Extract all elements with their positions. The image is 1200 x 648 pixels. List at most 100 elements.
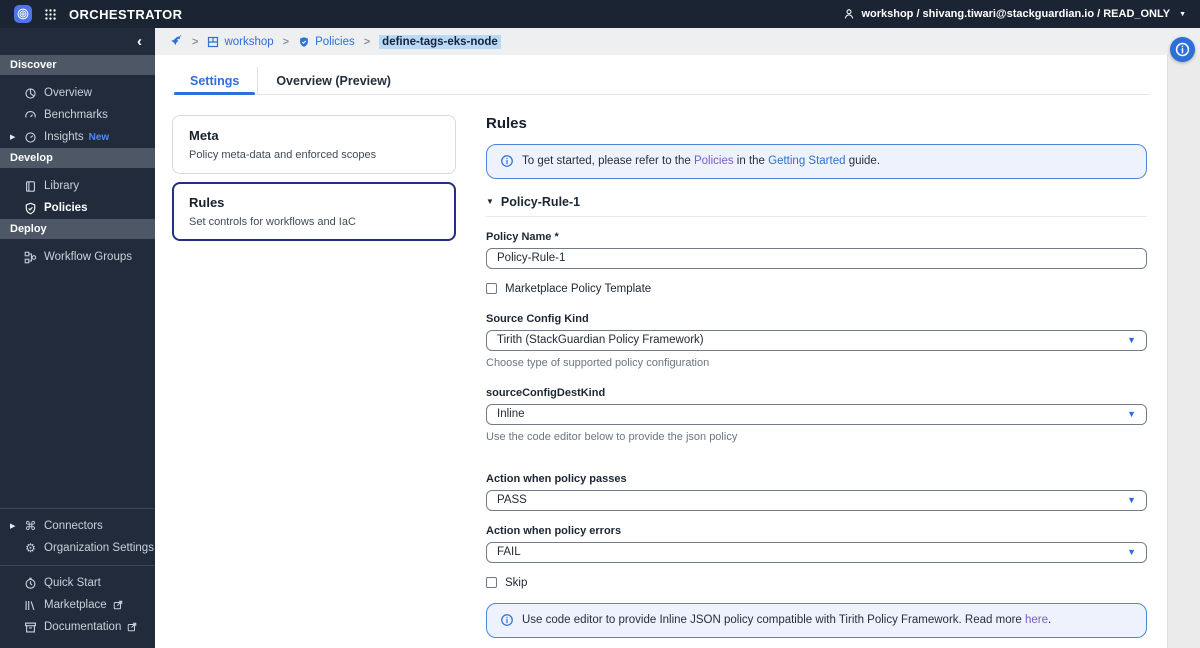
getting-started-link[interactable]: Getting Started — [768, 155, 845, 167]
source-config-dest-kind-select[interactable]: Inline ▼ — [486, 403, 1147, 425]
sidebar-item-label: Connectors — [44, 520, 103, 532]
top-bar: ORCHESTRATOR workshop / shivang.tiwari@s… — [0, 0, 1200, 28]
sidebar-item-workflow-groups[interactable]: Workflow Groups — [0, 246, 155, 268]
rule-collapse-header[interactable]: ▼ Policy-Rule-1 — [486, 195, 1147, 209]
app-logo-icon[interactable] — [14, 5, 32, 23]
workflow-icon — [24, 251, 37, 264]
nav-card-title: Meta — [189, 128, 219, 143]
nav-card-meta[interactable]: Meta Policy meta-data and enforced scope… — [172, 115, 456, 174]
sidebar-item-overview[interactable]: Overview — [0, 82, 155, 104]
source-config-kind-label: Source Config Kind — [486, 312, 589, 325]
expand-right-icon[interactable]: ▶ — [10, 133, 24, 141]
speedometer-icon — [24, 131, 37, 144]
sidebar-section-develop: Develop — [0, 148, 155, 168]
building-blocks-icon — [207, 36, 219, 48]
sidebar-item-label: Benchmarks — [44, 109, 108, 121]
shield-icon — [298, 36, 310, 48]
action-error-select[interactable]: FAIL ▼ — [486, 541, 1147, 563]
marketplace-template-checkbox[interactable]: Marketplace Policy Template — [486, 283, 1147, 295]
getting-started-banner: To get started, please refer to the Poli… — [486, 144, 1147, 179]
command-icon: ⌘ — [24, 519, 37, 533]
sidebar-item-documentation[interactable]: Documentation — [0, 616, 155, 638]
tab-overview-preview[interactable]: Overview (Preview) — [257, 67, 409, 94]
breadcrumb-current-policy-name[interactable]: define-tags-eks-node — [379, 34, 501, 49]
skip-checkbox[interactable]: Skip — [486, 577, 1147, 589]
pie-chart-icon — [24, 87, 37, 100]
read-more-here-link[interactable]: here — [1025, 614, 1048, 626]
checkbox-icon[interactable] — [486, 577, 497, 589]
sidebar-item-marketplace[interactable]: Marketplace — [0, 594, 155, 616]
account-menu[interactable]: workshop / shivang.tiwari@stackguardian.… — [843, 8, 1186, 20]
source-config-kind-select[interactable]: Tirith (StackGuardian Policy Framework) … — [486, 329, 1147, 351]
user-icon — [843, 8, 855, 20]
action-pass-label: Action when policy passes — [486, 472, 627, 485]
expand-right-icon[interactable]: ▶ — [10, 522, 24, 530]
action-pass-select[interactable]: PASS ▼ — [486, 489, 1147, 511]
sidebar: ‹ Discover Overview Benchmarks ▶ Insight… — [0, 28, 155, 648]
nav-card-title: Rules — [189, 195, 225, 210]
archive-icon — [24, 621, 37, 634]
action-error-label: Action when policy errors — [486, 524, 622, 537]
sidebar-item-organization-settings[interactable]: ⚙ Organization Settings — [0, 537, 155, 559]
nav-card-subtitle: Set controls for workflows and IaC — [189, 216, 356, 228]
policies-link[interactable]: Policies — [694, 155, 734, 167]
page-title: Rules — [486, 115, 527, 132]
rule-title: Policy-Rule-1 — [500, 194, 581, 209]
new-badge: New — [88, 131, 110, 143]
books-icon — [24, 599, 37, 612]
scroll-gutter[interactable] — [1167, 55, 1200, 648]
settings-nav-column: Meta Policy meta-data and enforced scope… — [172, 115, 456, 249]
nav-card-rules[interactable]: Rules Set controls for workflows and IaC — [172, 182, 456, 241]
chevron-down-icon: ▼ — [1127, 409, 1136, 420]
gauge-icon — [24, 109, 37, 122]
breadcrumb-policies[interactable]: Policies — [298, 36, 355, 48]
source-config-dest-kind-helper: Use the code editor below to provide the… — [486, 430, 738, 443]
sidebar-item-label: Library — [44, 180, 80, 192]
policy-name-input[interactable] — [486, 247, 1147, 269]
rules-form: Rules To get started, please refer to th… — [486, 115, 1147, 648]
sidebar-item-label: Policies — [44, 202, 88, 214]
sidebar-footer-group-1: ▶ ⌘ Connectors ⚙ Organization Settings — [0, 508, 155, 565]
sidebar-item-policies[interactable]: Policies — [0, 197, 155, 219]
sidebar-section-deploy: Deploy — [0, 219, 155, 239]
breadcrumb: > workshop > Policies > define-tags-eks-… — [155, 28, 1200, 55]
source-config-kind-helper: Choose type of supported policy configur… — [486, 356, 710, 369]
book-icon — [24, 180, 37, 193]
sidebar-item-connectors[interactable]: ▶ ⌘ Connectors — [0, 515, 155, 537]
sidebar-item-label: Documentation — [44, 621, 122, 633]
sidebar-footer-group-2: Quick Start Marketplace Documentation — [0, 565, 155, 648]
divider — [486, 215, 1147, 217]
sidebar-item-label: Organization Settings — [44, 542, 154, 554]
app-grid-icon[interactable] — [44, 8, 57, 21]
sidebar-item-label: Quick Start — [44, 577, 101, 589]
info-icon — [500, 154, 514, 168]
sidebar-item-quick-start[interactable]: Quick Start — [0, 572, 155, 594]
chevron-down-icon: ▼ — [1127, 495, 1136, 506]
sidebar-section-discover: Discover — [0, 55, 155, 75]
code-editor-banner: Use code editor to provide Inline JSON p… — [486, 602, 1147, 638]
sidebar-item-label: Overview — [44, 87, 92, 99]
sidebar-collapse-button[interactable]: ‹ — [137, 34, 142, 49]
breadcrumb-separator: > — [363, 35, 371, 48]
sidebar-item-insights[interactable]: ▶ Insights New — [0, 126, 155, 148]
sidebar-item-library[interactable]: Library — [0, 175, 155, 197]
app-title: ORCHESTRATOR — [69, 6, 183, 22]
rocket-icon[interactable] — [170, 35, 183, 48]
checkbox-icon[interactable] — [486, 283, 497, 295]
chevron-down-icon: ▼ — [1127, 335, 1136, 346]
breadcrumb-separator: > — [282, 35, 290, 48]
tab-settings[interactable]: Settings — [172, 67, 257, 95]
breadcrumb-separator: > — [192, 35, 199, 48]
sidebar-item-label: Insights — [44, 131, 84, 143]
info-icon — [500, 613, 514, 627]
triangle-down-icon: ▼ — [486, 197, 494, 207]
help-info-button[interactable] — [1170, 37, 1195, 62]
account-label: workshop / shivang.tiwari@stackguardian.… — [861, 8, 1171, 20]
main-content: Settings Overview (Preview) Meta Policy … — [155, 55, 1167, 648]
breadcrumb-workshop[interactable]: workshop — [207, 36, 274, 48]
tab-bar: Settings Overview (Preview) — [172, 67, 1150, 95]
shield-check-icon — [24, 202, 37, 215]
source-config-dest-kind-label: sourceConfigDestKind — [486, 386, 606, 399]
policy-name-label: Policy Name * — [486, 230, 559, 243]
sidebar-item-benchmarks[interactable]: Benchmarks — [0, 104, 155, 126]
